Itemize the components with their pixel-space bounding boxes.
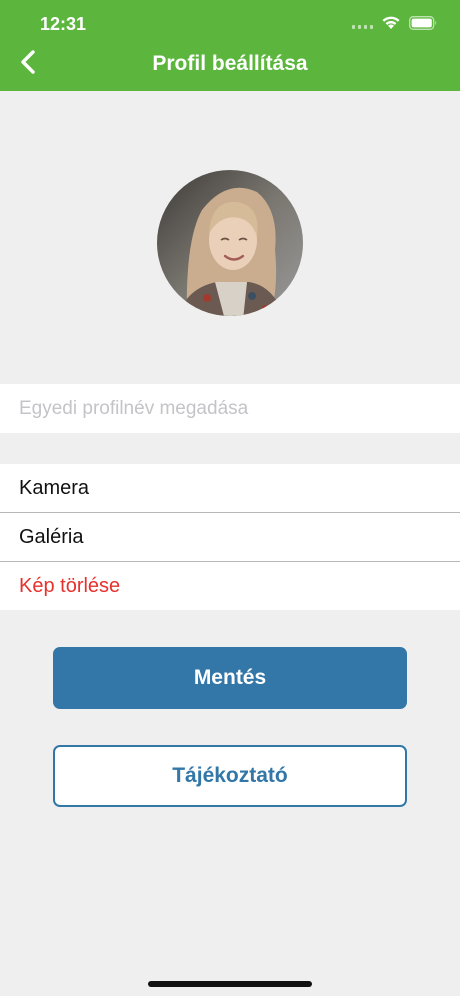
profile-avatar[interactable] xyxy=(157,170,303,316)
wifi-icon xyxy=(382,16,400,29)
save-button[interactable]: Mentés xyxy=(53,647,407,709)
photo-options-list: Kamera Galéria Kép törlése xyxy=(0,464,460,610)
info-button[interactable]: Tájékoztató xyxy=(53,745,407,807)
home-indicator xyxy=(148,981,312,987)
delete-photo-option[interactable]: Kép törlése xyxy=(0,562,460,611)
profile-name-input[interactable] xyxy=(0,384,460,433)
header-bar: 12:31 Profil beállítása xyxy=(0,0,460,91)
gallery-option[interactable]: Galéria xyxy=(0,513,460,562)
battery-icon xyxy=(409,15,437,30)
profile-name-field[interactable] xyxy=(0,384,460,433)
status-time: 12:31 xyxy=(40,14,87,34)
signal-icon xyxy=(352,17,373,29)
status-icons xyxy=(352,15,438,30)
profile-photo xyxy=(157,170,303,316)
page-title: Profil beállítása xyxy=(152,52,308,75)
camera-option[interactable]: Kamera xyxy=(0,464,460,513)
